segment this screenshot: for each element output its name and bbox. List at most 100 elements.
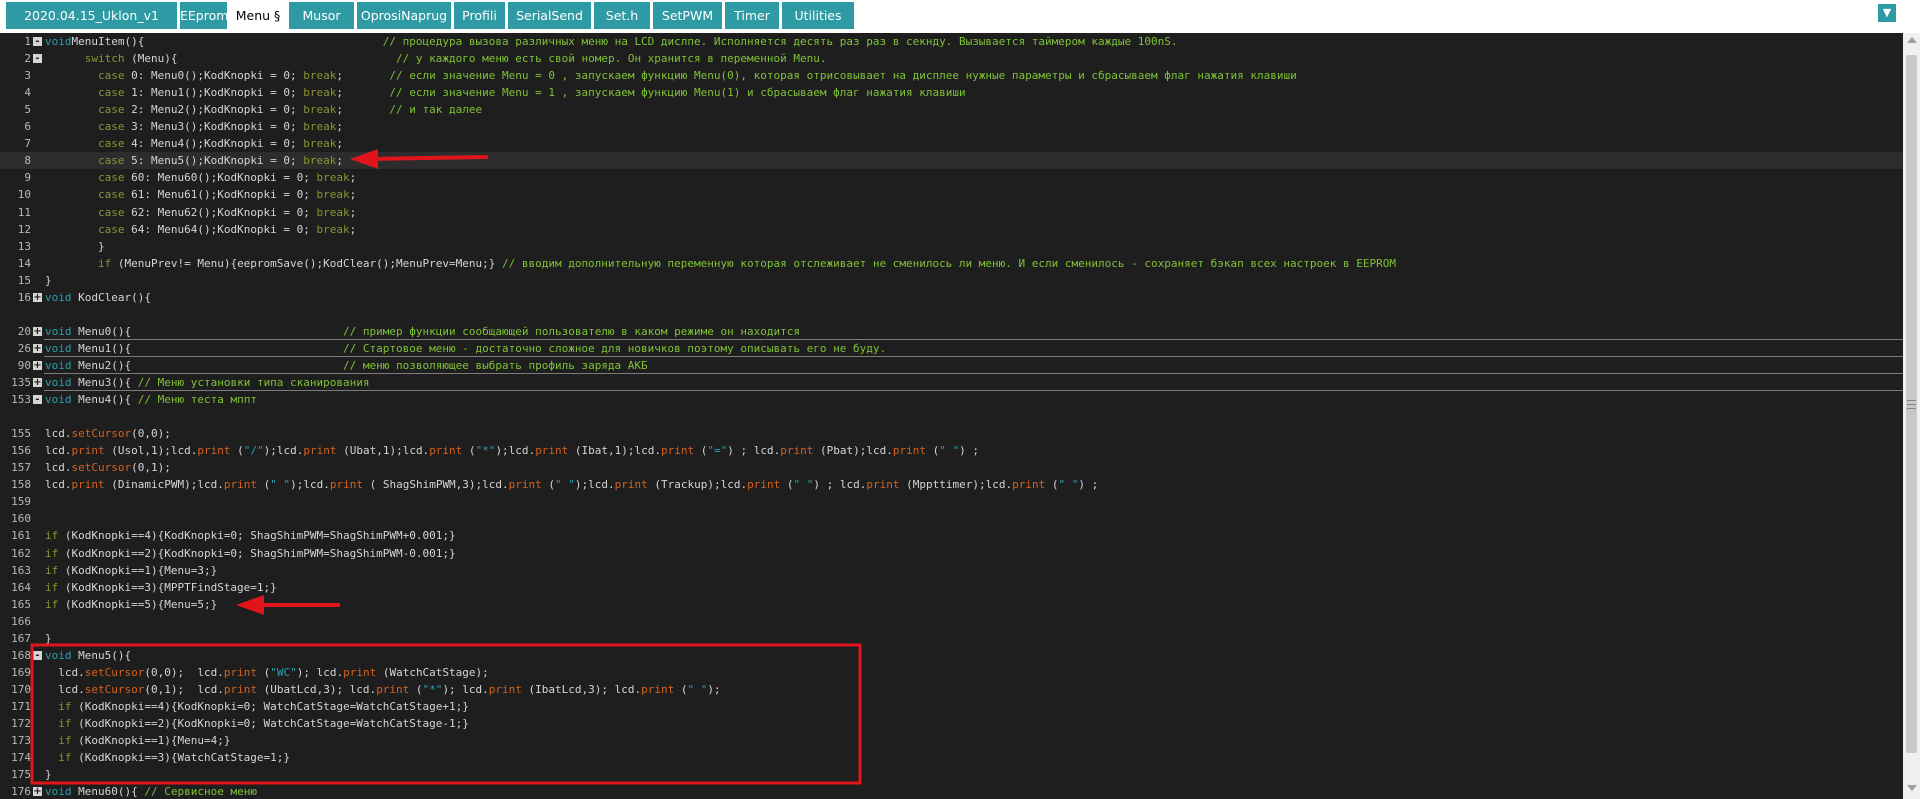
code-line[interactable] — [0, 306, 1903, 323]
code-token: break — [303, 120, 337, 134]
code-line[interactable]: 163 if (KodKnopki==1){Menu=3;} — [0, 562, 1903, 579]
code-line[interactable]: 13 } — [0, 238, 1903, 255]
fold-expand-icon[interactable]: + — [33, 378, 42, 388]
tab-set-h[interactable]: Set.h — [594, 2, 650, 29]
code-line[interactable]: 159 — [0, 493, 1903, 510]
code-token: void — [45, 324, 72, 338]
code-line[interactable]: 173 if (KodKnopki==1){Menu=4;} — [0, 732, 1903, 749]
code-line[interactable]: 155 lcd.setCursor(0,0); — [0, 425, 1903, 442]
code-line[interactable]: 7 case 4: Menu4();KodKnopki = 0; break; — [0, 135, 1903, 152]
chevron-down-icon[interactable]: ▼ — [1878, 4, 1896, 22]
line-number: 10 — [17, 188, 31, 202]
code-text: if (KodKnopki==2){KodKnopki=0; WatchCatS… — [45, 715, 469, 732]
code-line[interactable]: 10 case 61: Menu61();KodKnopki = 0; brea… — [0, 186, 1903, 203]
code-line[interactable]: 26 + void Menu1(){ // Стартовое меню - дос… — [0, 340, 1903, 357]
code-line[interactable]: 169 lcd.setCursor(0,0); lcd.print ("WC")… — [0, 664, 1903, 681]
tab-eeprom[interactable]: EEprom — [180, 2, 228, 29]
code-line[interactable]: 5 case 2: Menu2();KodKnopki = 0; break; … — [0, 101, 1903, 118]
code-token: (KodKnopki==4){KodKnopki=0; ShagShimPWM=… — [58, 529, 456, 543]
code-line[interactable]: 165 if (KodKnopki==5){Menu=5;} — [0, 596, 1903, 613]
code-line[interactable]: 4 case 1: Menu1();KodKnopki = 0; break; … — [0, 84, 1903, 101]
code-line[interactable]: 90 + void Menu2(){ // меню позволяющее выб… — [0, 357, 1903, 374]
code-line[interactable]: 153- void Menu4(){ // Меню теста мппт — [0, 391, 1903, 408]
code-line[interactable]: 2- switch (Menu){ // у каждого меню есть… — [0, 50, 1903, 67]
fold-expand-icon[interactable]: + — [33, 787, 42, 797]
fold-collapse-icon[interactable]: - — [33, 395, 42, 405]
code-line[interactable]: 176 + void Menu60(){ // Сервисное меню — [0, 783, 1903, 799]
code-editor[interactable]: 1- voidMenuItem(){ // процедура вызова ра… — [0, 33, 1903, 799]
code-line[interactable]: 8 case 5: Menu5();KodKnopki = 0; break; — [0, 152, 1903, 170]
code-line[interactable]: 156 lcd.print (Usol,1);lcd.print ("/");lc… — [0, 442, 1903, 459]
code-line[interactable]: 9 case 60: Menu60();KodKnopki = 0; break… — [0, 169, 1903, 186]
code-line[interactable]: 3 case 0: Menu0();KodKnopki = 0; break; … — [0, 67, 1903, 84]
fold-collapse-icon[interactable]: - — [33, 37, 42, 47]
code-token: ; — [336, 69, 390, 83]
code-line[interactable]: 160 — [0, 510, 1903, 527]
fold-collapse-icon[interactable]: - — [33, 54, 42, 64]
scroll-down-arrow-icon[interactable] — [1907, 785, 1917, 791]
code-line[interactable]: 14 if (MenuPrev!= Menu){eepromSave();Kod… — [0, 255, 1903, 272]
code-line[interactable]: 167} — [0, 630, 1903, 647]
line-number: 5 — [24, 103, 31, 117]
code-line[interactable]: 172 if (KodKnopki==2){KodKnopki=0; Watch… — [0, 715, 1903, 732]
line-number: 169 — [11, 665, 31, 679]
code-line[interactable]: 11 case 62: Menu62();KodKnopki = 0; brea… — [0, 204, 1903, 221]
code-line[interactable]: 1- voidMenuItem(){ // процедура вызова ра… — [0, 33, 1903, 50]
code-line[interactable]: 175} — [0, 766, 1903, 783]
fold-expand-icon[interactable]: + — [33, 326, 42, 336]
tab-serialsend[interactable]: SerialSend — [508, 2, 591, 29]
code-token: case — [97, 103, 125, 117]
code-token: Menu5(){ — [71, 648, 132, 662]
code-text: case 3: Menu3();KodKnopki = 0; break; — [45, 118, 343, 135]
code-line[interactable]: 161 if (KodKnopki==4){KodKnopki=0; ShagSh… — [0, 527, 1903, 544]
tab-musor[interactable]: Musor — [289, 2, 354, 29]
line-number: 7 — [24, 137, 31, 151]
tab-menu[interactable]: Menu § — [230, 2, 286, 29]
code-token: 1: Menu1();KodKnopki = 0; — [124, 86, 304, 100]
tab-profili[interactable]: Profili — [454, 2, 505, 29]
code-line[interactable]: 135 + void Menu3(){ // Меню установки типа… — [0, 374, 1903, 391]
code-line[interactable]: 170 lcd.setCursor(0,1); lcd.print (UbatL… — [0, 681, 1903, 698]
code-token: " " — [1058, 478, 1079, 492]
code-token: 4: Menu4();KodKnopki = 0; — [124, 137, 304, 151]
code-line[interactable]: 158 lcd.print (DinamicPWM);lcd.print (" "… — [0, 476, 1903, 493]
code-line[interactable]: 174 if (KodKnopki==3){WatchCatStage=1;} — [0, 749, 1903, 766]
tab-oprosinaprug[interactable]: OprosiNaprug — [357, 2, 451, 29]
code-line[interactable]: 157 lcd.setCursor(0,1); — [0, 459, 1903, 476]
code-line[interactable]: 171 if (KodKnopki==4){KodKnopki=0; Watch… — [0, 698, 1903, 715]
code-token: setCursor — [71, 461, 132, 475]
fold-expand-icon[interactable]: + — [33, 360, 42, 370]
code-line[interactable]: 16 + void KodClear(){ — [0, 289, 1903, 306]
code-line[interactable] — [0, 408, 1903, 425]
tab-timer[interactable]: Timer — [725, 2, 779, 29]
code-token: if — [45, 597, 59, 611]
code-line[interactable]: 164 if (KodKnopki==3){MPPTFindStage=1;} — [0, 579, 1903, 596]
code-token: break — [303, 103, 337, 117]
vertical-scrollbar[interactable] — [1903, 33, 1920, 799]
code-line[interactable]: 15} — [0, 272, 1903, 289]
code-token: break — [316, 205, 350, 219]
line-number: 170 — [11, 682, 31, 696]
line-number: 163 — [11, 563, 31, 577]
code-line[interactable]: 12 case 64: Menu64();KodKnopki = 0; brea… — [0, 221, 1903, 238]
scroll-up-arrow-icon[interactable] — [1907, 37, 1917, 43]
line-number: 160 — [11, 512, 31, 526]
tab-utilities[interactable]: Utilities — [782, 2, 854, 29]
scrollbar-thumb[interactable] — [1906, 55, 1917, 753]
code-line[interactable]: 168- void Menu5(){ — [0, 647, 1903, 664]
code-token: (0,1); — [131, 461, 171, 475]
code-line[interactable]: 162 if (KodKnopki==2){KodKnopki=0; ShagSh… — [0, 545, 1903, 562]
fold-expand-icon[interactable]: + — [33, 343, 42, 353]
code-line[interactable]: 20 + void Menu0(){ // пример функции сообщ… — [0, 323, 1903, 340]
line-number: 20 — [17, 324, 31, 338]
tab-2020-04-15-uklon-v1[interactable]: 2020.04.15_Uklon_v1 — [6, 2, 177, 29]
fold-expand-icon[interactable]: + — [33, 292, 42, 302]
code-token: lcd. — [45, 665, 85, 679]
tab-setpwm[interactable]: SetPWM — [653, 2, 722, 29]
code-line[interactable]: 166 — [0, 613, 1903, 630]
code-line[interactable]: 6 case 3: Menu3();KodKnopki = 0; break; — [0, 118, 1903, 135]
fold-collapse-icon[interactable]: - — [33, 650, 42, 660]
line-number: 90 — [17, 358, 31, 372]
code-token: // пример функции сообщающей пользовател… — [343, 324, 800, 338]
